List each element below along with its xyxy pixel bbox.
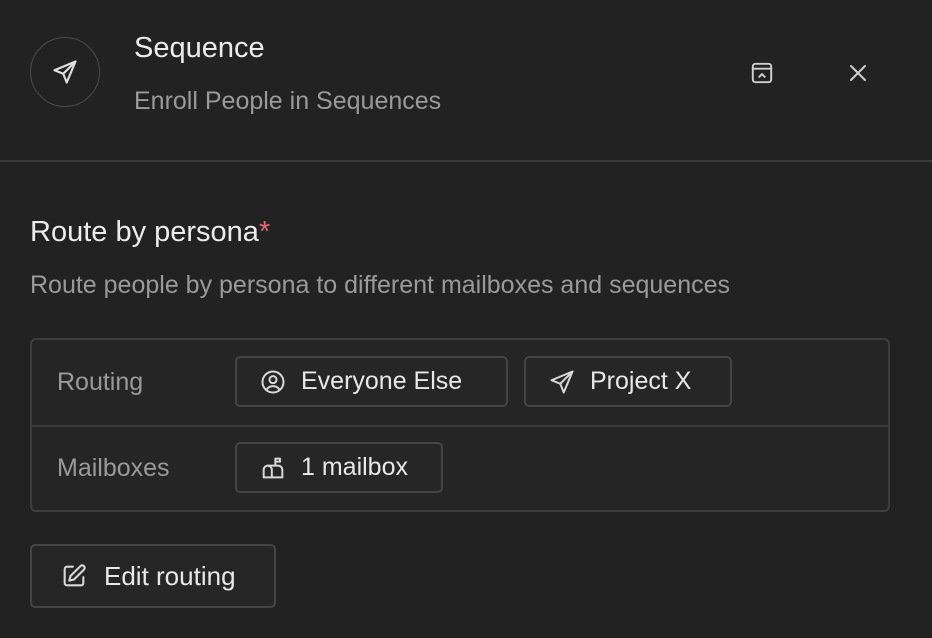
project-x-chip[interactable]: Project X (524, 356, 732, 407)
mailbox-chip[interactable]: 1 mailbox (235, 442, 443, 493)
required-mark: * (258, 216, 271, 248)
section-description: Route people by persona to different mai… (30, 271, 731, 299)
panel-collapse-icon (751, 62, 773, 84)
section-title: Route by persona* (30, 216, 270, 249)
user-circle-icon (261, 370, 285, 393)
mailboxes-label: Mailboxes (57, 454, 170, 482)
panel-subtitle: Enroll People in Sequences (134, 87, 442, 115)
section-title-text: Route by persona (30, 216, 259, 248)
edit-routing-button[interactable]: Edit routing (30, 544, 276, 608)
mailbox-icon (262, 457, 284, 478)
mailboxes-row: Mailboxes 1 mailbox (32, 426, 888, 511)
close-icon (850, 65, 866, 81)
chip-label: 1 mailbox (301, 453, 408, 481)
close-button[interactable] (838, 53, 878, 93)
routing-label: Routing (57, 368, 144, 396)
collapse-panel-button[interactable] (742, 53, 782, 93)
chip-label: Project X (590, 367, 692, 395)
edit-routing-label: Edit routing (104, 560, 236, 591)
routing-table: Routing Everyone Else Project X Mailboxe… (30, 338, 890, 512)
edit-icon (63, 564, 86, 587)
panel-header: Sequence Enroll People in Sequences (0, 0, 932, 162)
panel-title: Sequence (134, 32, 265, 64)
send-icon (550, 370, 574, 393)
routing-row: Routing Everyone Else Project X (32, 340, 888, 427)
send-icon (30, 37, 100, 107)
everyone-else-chip[interactable]: Everyone Else (235, 356, 508, 407)
chip-label: Everyone Else (301, 367, 463, 395)
